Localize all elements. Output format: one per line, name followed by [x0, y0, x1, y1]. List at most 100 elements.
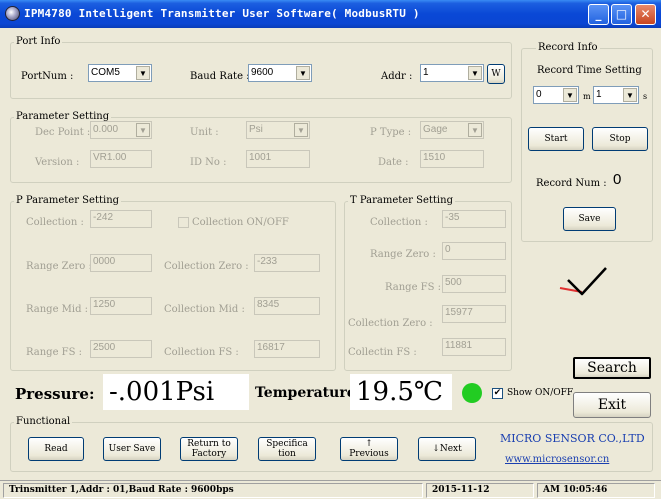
show-onoff-checkbox[interactable]: ✔ — [492, 388, 503, 399]
save-record-button[interactable]: Save — [563, 207, 616, 231]
p-range-fs-field[interactable]: 2500 — [90, 340, 152, 358]
minutes-unit-label: m — [583, 92, 591, 101]
record-time-setting-label: Record Time Setting — [537, 65, 642, 76]
status-time: AM 10:05:46 — [537, 483, 655, 498]
p-collection-fs-field[interactable]: 16817 — [254, 340, 320, 358]
previous-button[interactable]: ↑ Previous — [340, 437, 398, 461]
stop-record-button[interactable]: Stop — [592, 127, 648, 151]
addr-select[interactable]: 1 ▼ — [420, 64, 484, 82]
close-button[interactable]: ✕ — [635, 4, 656, 25]
specification-button[interactable]: Specifica tion — [258, 437, 316, 461]
write-addr-button[interactable]: W — [487, 64, 505, 84]
status-bar: Trinsmitter 1,Addr : 01,Baud Rate : 9600… — [0, 480, 661, 499]
minimize-button[interactable]: _ — [588, 4, 609, 25]
id-no-label: ID No : — [190, 157, 227, 168]
maximize-button[interactable]: □ — [611, 4, 632, 25]
p-collection-zero-field[interactable]: -233 — [254, 254, 320, 272]
seconds-unit-label: s — [643, 92, 648, 101]
temperature-label: Temperature: — [255, 385, 361, 401]
chevron-down-icon[interactable]: ▼ — [468, 123, 482, 137]
company-website-link[interactable]: www.microsensor.cn — [505, 454, 609, 465]
p-collection-mid-label: Collection Mid : — [164, 304, 245, 315]
dec-point-value: 0.000 — [93, 124, 119, 135]
search-button[interactable]: Search — [573, 357, 651, 379]
temperature-display: 19.5℃ — [350, 374, 452, 410]
app-icon — [5, 6, 20, 21]
p-type-select[interactable]: Gage ▼ — [420, 121, 484, 139]
record-minutes-value: 0 — [536, 89, 542, 100]
functional-label: Functional — [14, 416, 73, 427]
p-range-mid-field[interactable]: 1250 — [90, 297, 152, 315]
chevron-down-icon[interactable]: ▼ — [563, 88, 577, 102]
baud-rate-select[interactable]: 9600 ▼ — [248, 64, 312, 82]
t-range-fs-label: Range FS : — [385, 282, 441, 293]
record-seconds-select[interactable]: 1 ▼ — [593, 86, 639, 104]
chevron-down-icon[interactable]: ▼ — [294, 123, 308, 137]
record-num-label: Record Num : — [536, 178, 607, 189]
addr-label: Addr : — [381, 71, 413, 82]
p-collection-fs-label: Collection FS : — [164, 347, 239, 358]
collection-onoff-checkbox[interactable] — [178, 217, 189, 228]
dec-point-select[interactable]: 0.000 ▼ — [90, 121, 152, 139]
chevron-down-icon[interactable]: ▼ — [468, 66, 482, 80]
start-record-button[interactable]: Start — [528, 127, 584, 151]
title-bar[interactable]: IPM4780 Intelligent Transmitter User Sof… — [0, 0, 661, 28]
show-onoff-label: Show ON/OFF — [507, 388, 574, 398]
port-num-label: PortNum : — [21, 71, 74, 82]
p-range-zero-label: Range Zero : — [26, 261, 92, 272]
record-seconds-value: 1 — [596, 89, 602, 100]
t-collection-label: Collection : — [370, 217, 428, 228]
read-button[interactable]: Read — [28, 437, 84, 461]
record-info-label: Record Info — [536, 42, 600, 53]
unit-label: Unit : — [190, 127, 219, 138]
unit-select[interactable]: Psi ▼ — [246, 121, 310, 139]
date-label: Date : — [378, 157, 409, 168]
t-collection-fs-label: Collectin FS : — [348, 347, 417, 358]
chevron-down-icon[interactable]: ▼ — [136, 123, 150, 137]
exit-button[interactable]: Exit — [573, 392, 651, 418]
version-label: Version : — [35, 157, 80, 168]
port-num-value: COM5 — [91, 67, 120, 78]
return-to-factory-button[interactable]: Return to Factory — [180, 437, 238, 461]
t-range-fs-field[interactable]: 500 — [442, 275, 506, 293]
p-range-mid-label: Range Mid : — [26, 304, 89, 315]
company-name: MICRO SENSOR CO.,LTD — [500, 432, 645, 445]
p-collection-field[interactable]: -242 — [90, 210, 152, 228]
pressure-display: -.001Psi — [103, 374, 249, 410]
id-no-field[interactable]: 1001 — [246, 150, 310, 168]
t-parameter-label: T Parameter Setting — [348, 195, 455, 206]
baud-rate-label: Baud Rate : — [190, 71, 250, 82]
t-collection-zero-label: Collection Zero : — [348, 318, 433, 329]
record-minutes-select[interactable]: 0 ▼ — [533, 86, 579, 104]
dec-point-label: Dec Point : — [35, 127, 91, 138]
connection-status: Trinsmitter 1,Addr : 01,Baud Rate : 9600… — [3, 483, 423, 498]
p-parameter-label: P Parameter Setting — [14, 195, 122, 206]
port-num-select[interactable]: COM5 ▼ — [88, 64, 152, 82]
unit-value: Psi — [249, 124, 263, 135]
chevron-down-icon[interactable]: ▼ — [296, 66, 310, 80]
p-collection-label: Collection : — [26, 217, 84, 228]
p-range-zero-field[interactable]: 0000 — [90, 254, 152, 272]
chevron-down-icon[interactable]: ▼ — [136, 66, 150, 80]
date-field[interactable]: 1510 — [420, 150, 484, 168]
pressure-label: Pressure: — [15, 385, 95, 403]
t-range-zero-field[interactable]: 0 — [442, 242, 506, 260]
t-collection-fs-field[interactable]: 11881 — [442, 338, 506, 356]
chevron-down-icon[interactable]: ▼ — [623, 88, 637, 102]
checkmark-icon — [559, 267, 607, 296]
user-save-button[interactable]: User Save — [103, 437, 161, 461]
p-collection-mid-field[interactable]: 8345 — [254, 297, 320, 315]
port-info-label: Port Info — [14, 36, 63, 47]
p-collection-zero-label: Collection Zero : — [164, 261, 249, 272]
collection-onoff-label: Collection ON/OFF — [192, 217, 289, 228]
status-indicator-icon — [462, 383, 482, 403]
addr-value: 1 — [423, 67, 429, 78]
next-button[interactable]: ↓Next — [418, 437, 476, 461]
t-collection-zero-field[interactable]: 15977 — [442, 305, 506, 323]
p-type-label: P Type : — [370, 127, 412, 138]
t-range-zero-label: Range Zero : — [370, 249, 436, 260]
t-collection-field[interactable]: -35 — [442, 210, 506, 228]
version-field[interactable]: VR1.00 — [90, 150, 152, 168]
record-num-value: 0 — [613, 171, 622, 188]
p-type-value: Gage — [423, 124, 448, 135]
